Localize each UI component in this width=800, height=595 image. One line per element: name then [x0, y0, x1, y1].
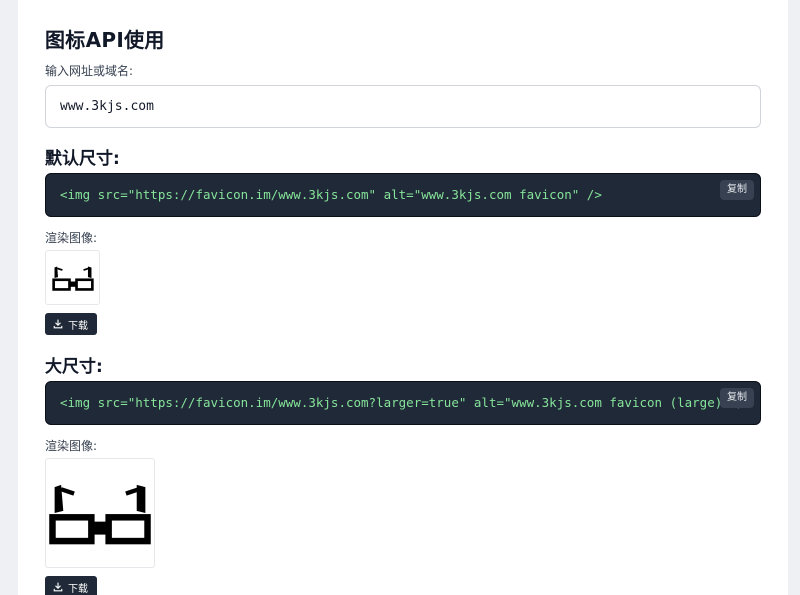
- download-icon: [53, 582, 63, 592]
- large-size-code: <img src="https://favicon.im/www.3kjs.co…: [60, 395, 753, 410]
- glasses-icon: [51, 266, 94, 291]
- copy-default-code-button[interactable]: 复制: [720, 180, 754, 200]
- url-input[interactable]: [45, 85, 761, 128]
- large-favicon-preview: [45, 458, 155, 568]
- favicon-api-card: 图标API使用 输入网址或域名: 默认尺寸: <img src="https:/…: [18, 0, 788, 595]
- copy-large-code-button[interactable]: 复制: [720, 388, 754, 408]
- default-render-label: 渲染图像:: [45, 231, 98, 245]
- large-size-heading: 大尺寸:: [45, 357, 103, 377]
- url-input-label: 输入网址或域名:: [45, 64, 134, 78]
- large-size-code-block: <img src="https://favicon.im/www.3kjs.co…: [45, 381, 761, 425]
- download-default-button[interactable]: 下载: [45, 313, 97, 335]
- download-icon: [53, 319, 63, 329]
- download-large-button[interactable]: 下载: [45, 576, 97, 595]
- download-large-label: 下载: [68, 583, 88, 595]
- default-size-code: <img src="https://favicon.im/www.3kjs.co…: [60, 187, 602, 202]
- large-render-label: 渲染图像:: [45, 439, 98, 453]
- page-title: 图标API使用: [45, 28, 165, 52]
- download-default-label: 下载: [68, 320, 88, 332]
- default-size-heading: 默认尺寸:: [45, 149, 120, 169]
- default-favicon-preview: [45, 250, 100, 305]
- glasses-icon: [49, 484, 151, 545]
- default-size-code-block: <img src="https://favicon.im/www.3kjs.co…: [45, 173, 761, 217]
